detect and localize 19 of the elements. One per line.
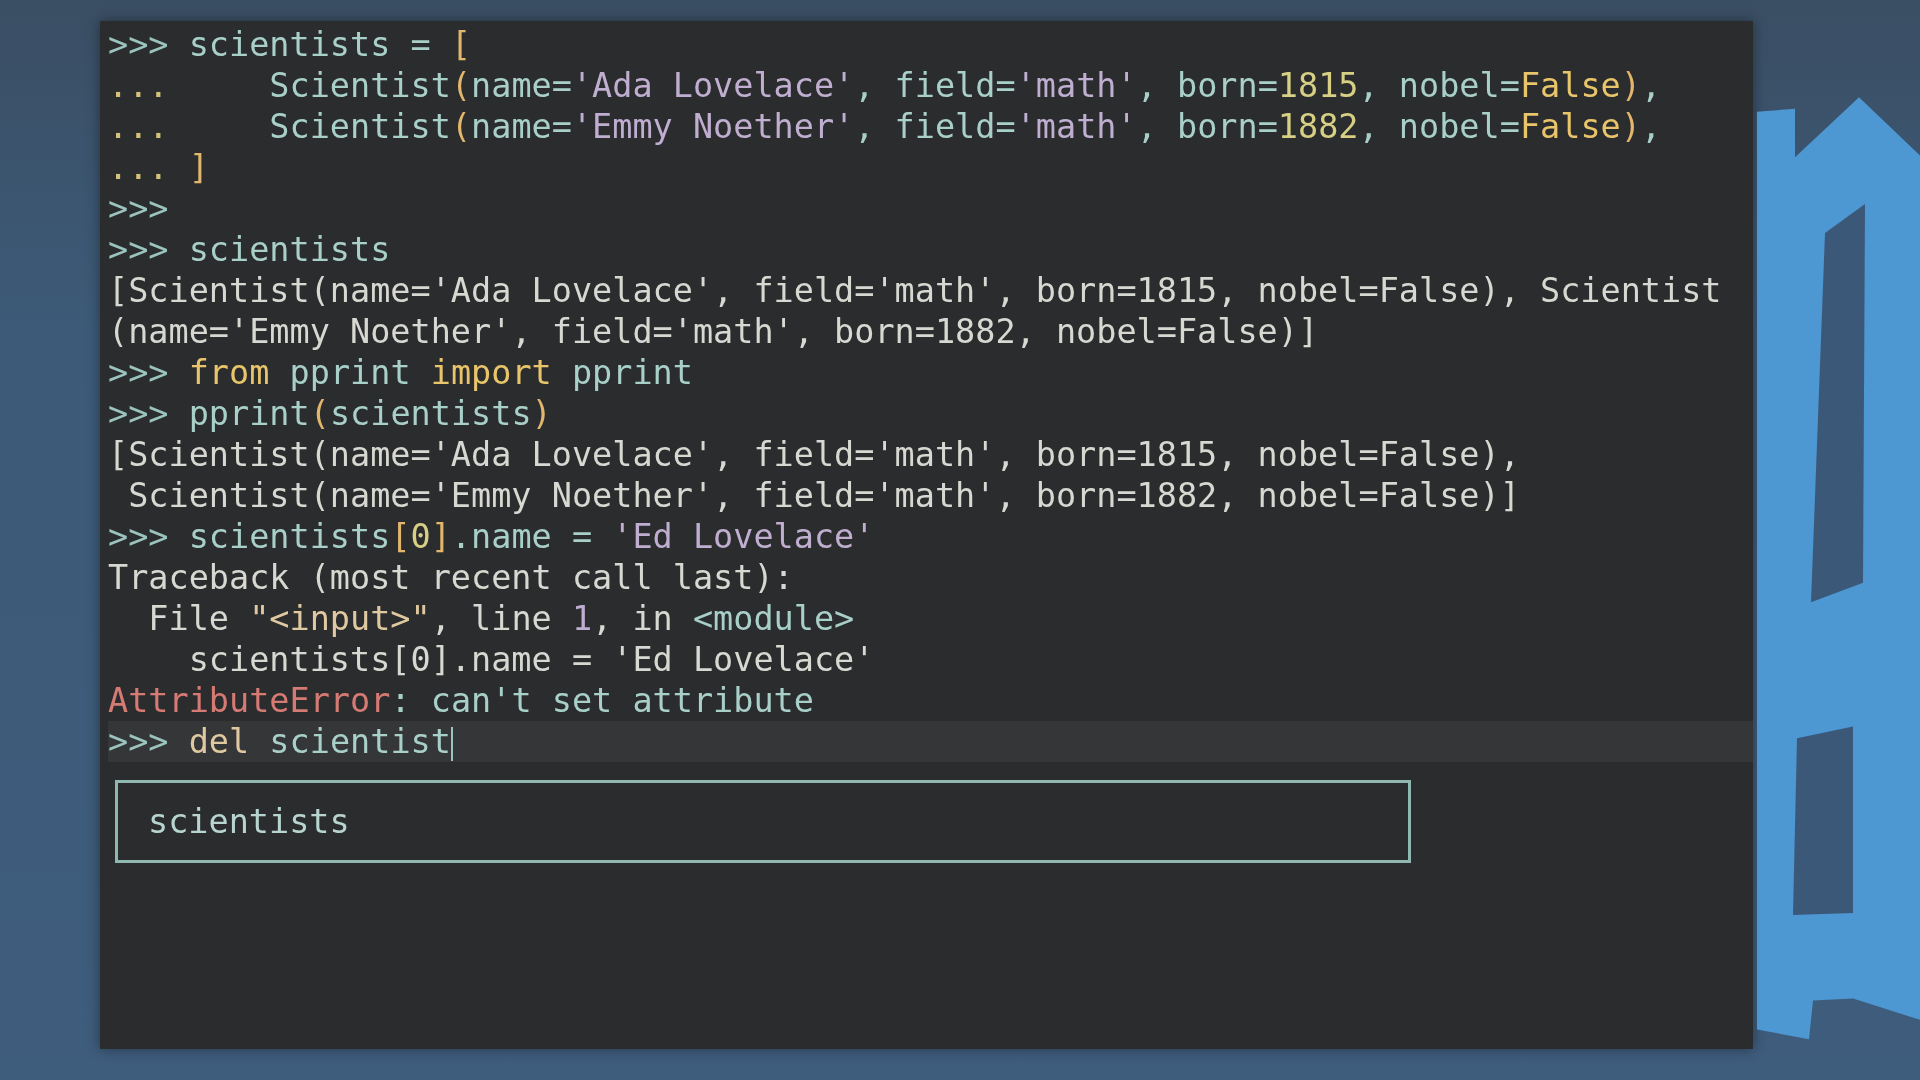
code-line: >>> from pprint import pprint: [108, 352, 694, 393]
code-line: >>>: [108, 188, 170, 229]
code-line: ... Scientist(name='Ada Lovelace', field='math', born=1815, nobel=False),: [108, 65, 1663, 106]
code-line: Traceback (most recent call last):: [108, 557, 795, 598]
code-line: >>> scientists[0].name = 'Ed Lovelace': [108, 516, 876, 557]
code-line: Scientist(name='Emmy Noether', field='math', born=1882, nobel=False)]: [127, 475, 1521, 516]
code-line: File "<input>", line 1, in <module>: [147, 598, 856, 639]
code-line: >>> scientists: [108, 229, 392, 270]
code-line: [Scientist(name='Ada Lovelace', field='math', born=1815, nobel=False),: [108, 434, 1521, 475]
code-line: ... Scientist(name='Emmy Noether', field='math', born=1882, nobel=False),: [108, 106, 1663, 147]
code-line: ... ]: [108, 147, 210, 188]
code-line: [Scientist(name='Ada Lovelace', field='math', born=1815, nobel=False), Scientist: [108, 270, 1723, 311]
text-cursor: [450, 726, 453, 761]
code-line: >>> pprint(scientists): [108, 393, 553, 434]
completion-item[interactable]: scientists: [148, 802, 350, 841]
code-line: AttributeError: can't set attribute: [108, 680, 815, 721]
code-line: scientists[0].name = 'Ed Lovelace': [187, 639, 876, 680]
code-line: (name='Emmy Noether', field='math', born=1882, nobel=False)]: [108, 311, 1320, 352]
code-line: >>> scientists = [: [108, 24, 473, 65]
